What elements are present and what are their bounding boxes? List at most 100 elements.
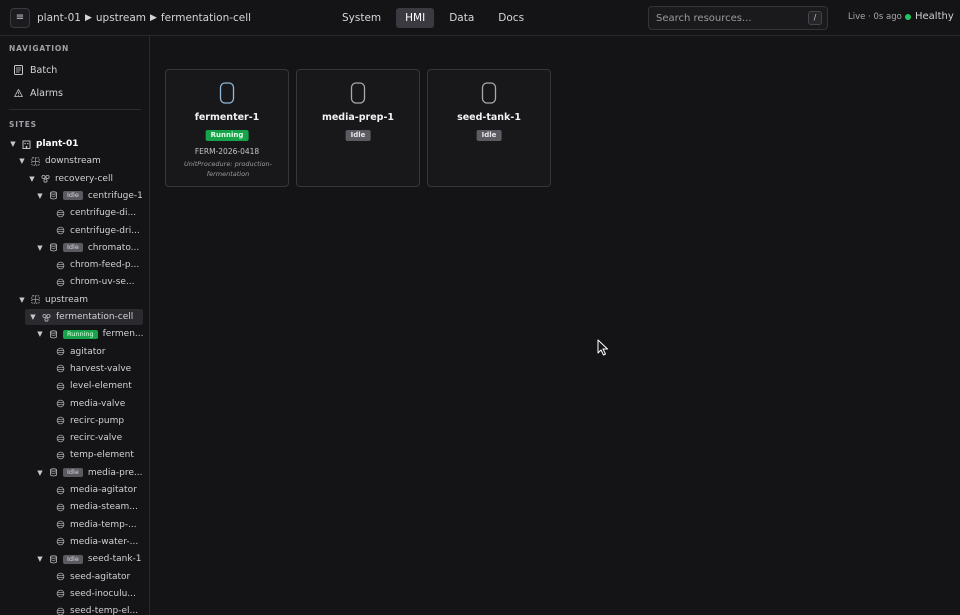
expand-caret-icon[interactable]: ▼	[18, 296, 26, 304]
tree-item-label: media-temp-...	[70, 519, 137, 530]
tree-item-temp-element[interactable]: temp-element	[56, 447, 134, 463]
tree-item-chromato[interactable]: ▼ Idle chromato...	[36, 240, 139, 256]
batch-id: FERM-2026-0418	[194, 147, 260, 156]
sites-heading: SITES	[9, 120, 37, 129]
tree-item-recirc-pump[interactable]: recirc-pump	[56, 413, 124, 429]
tree-item-label: seed-temp-el...	[70, 606, 139, 615]
tree-item-label: centrifuge-di...	[70, 208, 137, 219]
tab-hmi[interactable]: HMI	[396, 8, 435, 28]
tree-item-label: fermen...	[102, 329, 144, 340]
breadcrumb-separator-icon: ▶	[84, 13, 92, 23]
expand-caret-icon[interactable]: ▼	[36, 469, 44, 477]
tree-item-media-water[interactable]: media-water-...	[56, 534, 138, 550]
tree-item-recirc-valve[interactable]: recirc-valve	[56, 430, 122, 446]
tree-item-seed-agitator[interactable]: seed-agitator	[56, 569, 130, 585]
tree-item-seed-temp-el[interactable]: seed-temp-el...	[56, 603, 138, 615]
tree-item-media-pre[interactable]: ▼ Idle media-pre...	[36, 465, 142, 481]
breadcrumb-item[interactable]: upstream	[96, 12, 146, 24]
tree-item-centrifuge-1[interactable]: ▼ Idle centrifuge-1	[36, 188, 143, 204]
search-box: /	[648, 6, 828, 30]
tree-item-seed-tank-1[interactable]: ▼ Idle seed-tank-1	[36, 551, 141, 567]
unit-icon	[49, 330, 58, 339]
unit-icon	[49, 555, 58, 564]
expand-caret-icon[interactable]: ▼	[18, 157, 26, 165]
module-icon	[56, 537, 65, 546]
tree-item-plant-01[interactable]: ▼ plant-01	[9, 136, 78, 152]
search-input[interactable]	[656, 10, 801, 26]
area-icon	[31, 295, 40, 304]
tree-item-label: temp-element	[70, 450, 134, 461]
search-shortcut-key: /	[808, 11, 822, 25]
tree-item-chrom-uv-se[interactable]: chrom-uv-se...	[56, 274, 135, 290]
tree-item-fermentation-cell[interactable]: ▼ fermentation-cell	[25, 309, 143, 325]
tree-item-label: media-agitator	[70, 485, 137, 495]
tab-docs[interactable]: Docs	[489, 8, 533, 28]
tree-item-label: upstream	[45, 294, 88, 305]
module-icon	[56, 278, 65, 287]
expand-caret-icon[interactable]: ▼	[28, 175, 36, 183]
module-icon	[56, 226, 65, 235]
tree-item-downstream[interactable]: ▼ downstream	[18, 153, 101, 169]
module-icon	[56, 607, 65, 615]
nav-item-alarms[interactable]: Alarms	[14, 85, 63, 101]
tree-item-label: chromato...	[87, 242, 140, 253]
status-badge: Idle	[63, 191, 83, 201]
unit-card-fermenter-1[interactable]: fermenter-1 Running FERM-2026-0418 UnitP…	[165, 69, 289, 187]
expand-caret-icon[interactable]: ▼	[36, 555, 44, 563]
tree-item-chrom-feed-p[interactable]: chrom-feed-p...	[56, 257, 139, 273]
tree-item-harvest-valve[interactable]: harvest-valve	[56, 361, 131, 377]
menu-button[interactable]: ≡	[10, 8, 30, 28]
tree-item-recovery-cell[interactable]: ▼ recovery-cell	[28, 171, 113, 187]
module-icon	[56, 209, 65, 218]
tree-item-fermen[interactable]: ▼ Running fermen...	[36, 326, 143, 342]
tree-item-level-element[interactable]: level-element	[56, 378, 132, 394]
card-title: media-prep-1	[321, 112, 395, 123]
module-icon	[56, 382, 65, 391]
unit-card-media-prep-1[interactable]: media-prep-1 Idle	[296, 69, 420, 187]
divider	[9, 109, 141, 110]
expand-caret-icon[interactable]: ▼	[36, 244, 44, 252]
expand-caret-icon[interactable]: ▼	[36, 192, 44, 200]
tree-item-upstream[interactable]: ▼ upstream	[18, 292, 88, 308]
unit-card-seed-tank-1[interactable]: seed-tank-1 Idle	[427, 69, 551, 187]
module-icon	[56, 589, 65, 598]
main-tabs: System HMI Data Docs	[333, 8, 533, 28]
tree-item-media-valve[interactable]: media-valve	[56, 396, 125, 412]
expand-caret-icon[interactable]: ▼	[36, 330, 44, 338]
building-icon	[22, 140, 31, 149]
tab-system[interactable]: System	[333, 8, 390, 28]
tree-item-media-temp[interactable]: media-temp-...	[56, 517, 137, 533]
breadcrumb-item[interactable]: plant-01	[37, 12, 81, 24]
unit-icon	[49, 191, 58, 200]
expand-caret-icon[interactable]: ▼	[9, 140, 17, 148]
tree-item-label: media-water-...	[70, 536, 139, 547]
module-icon	[56, 520, 65, 529]
tree-item-label: centrifuge-dri...	[70, 225, 140, 236]
tree-item-label: fermentation-cell	[56, 312, 134, 322]
tree-item-centrifuge-dri[interactable]: centrifuge-dri...	[56, 223, 140, 239]
module-icon	[56, 261, 65, 270]
sidebar: NAVIGATION Batch Alarms SITES ▼ plant-01 ▼…	[0, 36, 150, 615]
tree-item-centrifuge-di[interactable]: centrifuge-di...	[56, 205, 136, 221]
tree-item-seed-inoculu[interactable]: seed-inoculu...	[56, 586, 136, 602]
tree-item-media-agitator[interactable]: media-agitator	[56, 482, 137, 498]
nav-item-label: Alarms	[30, 87, 63, 99]
tree-item-media-steam[interactable]: media-steam...	[56, 499, 138, 515]
breadcrumb-item[interactable]: fermentation-cell	[161, 12, 251, 24]
cell-icon	[41, 174, 50, 183]
status-dot-icon	[905, 13, 911, 20]
tab-data[interactable]: Data	[440, 8, 483, 28]
nav-item-batch[interactable]: Batch	[14, 62, 57, 78]
tree-item-agitator[interactable]: agitator	[56, 344, 106, 360]
status-badge: Idle	[476, 130, 502, 141]
module-icon	[56, 399, 65, 408]
vessel-icon	[219, 82, 235, 104]
module-icon	[56, 451, 65, 460]
unit-icon	[49, 243, 58, 252]
live-status: Live · 0s ago	[848, 12, 902, 22]
module-icon	[56, 503, 65, 512]
tree-item-label: media-steam...	[70, 502, 138, 513]
tree-item-label: media-valve	[70, 398, 126, 409]
expand-caret-icon[interactable]: ▼	[29, 313, 37, 321]
mouse-cursor-icon	[597, 339, 608, 356]
